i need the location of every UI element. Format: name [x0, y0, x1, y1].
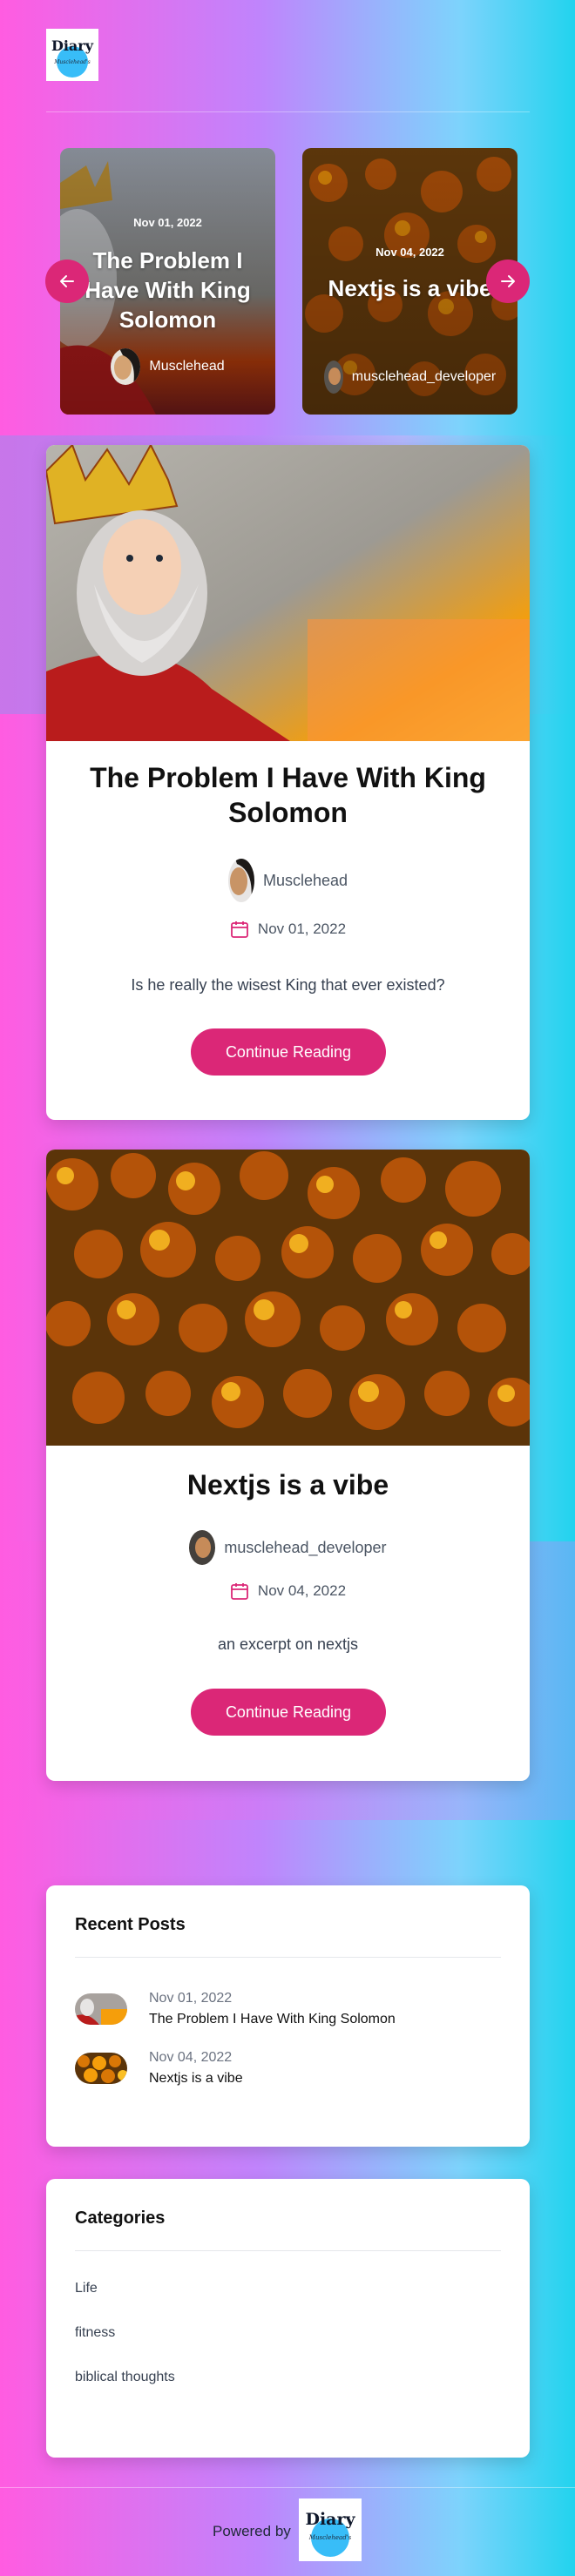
logo-subtext: Musclehead's [308, 2534, 352, 2541]
widget-heading: Categories [75, 2208, 166, 2228]
recent-posts-widget: Recent Posts Nov 01, 2022 The Problem I … [46, 1885, 530, 2147]
recent-post-date: Nov 04, 2022 [149, 2050, 233, 2065]
widget-heading: Recent Posts [75, 1915, 186, 1934]
continue-reading-button[interactable]: Continue Reading [191, 1689, 386, 1736]
logo-text: Diary [305, 2510, 355, 2529]
recent-post-item[interactable]: Nov 01, 2022 The Problem I Have With Kin… [75, 1987, 501, 2031]
category-link[interactable]: biblical thoughts [75, 2370, 175, 2385]
recent-post-title[interactable]: The Problem I Have With King Solomon [149, 2012, 396, 2027]
slide-date: Nov 04, 2022 [375, 246, 444, 259]
post-date-text: Nov 01, 2022 [257, 920, 347, 937]
arrow-left-icon [60, 275, 74, 287]
recent-post-date: Nov 01, 2022 [149, 1991, 233, 2006]
calendar-icon [231, 1583, 248, 1600]
footer-divider [0, 2487, 575, 2488]
slide-author: musclehead_developer [302, 361, 518, 394]
post-author-name: Musclehead [262, 871, 348, 889]
slide-author-name: Musclehead [149, 359, 225, 374]
categories-widget: Categories Life fitness biblical thought… [46, 2179, 530, 2458]
logo-subtext: Musclehead's [53, 59, 90, 65]
site-header: Diary Musclehead's [0, 0, 575, 113]
continue-reading-button[interactable]: Continue Reading [191, 1028, 386, 1076]
footer-logo[interactable]: Diary Musclehead's [299, 2498, 362, 2561]
calendar-icon [231, 921, 248, 938]
site-logo[interactable]: Diary Musclehead's [46, 29, 98, 81]
slide-author-name: musclehead_developer [351, 369, 497, 384]
slide-title[interactable]: Nextjs is a vibe [309, 273, 511, 303]
post-excerpt: Is he really the wisest King that ever e… [131, 976, 445, 994]
recent-post-item[interactable]: Nov 04, 2022 Nextjs is a vibe [75, 2047, 501, 2090]
recent-post-title[interactable]: Nextjs is a vibe [149, 2071, 243, 2087]
slide-title[interactable]: The Problem I Have With King Solomon [76, 246, 260, 334]
post-date: Nov 01, 2022 [46, 920, 530, 939]
post-image[interactable] [46, 445, 530, 741]
post-title[interactable]: Nextjs is a vibe [72, 1467, 504, 1502]
slide-author: Musclehead [60, 348, 275, 385]
carousel-slide[interactable]: Nov 01, 2022 The Problem I Have With Kin… [60, 148, 275, 415]
carousel-slide[interactable]: Nov 04, 2022 Nextjs is a vibe musclehead… [302, 148, 518, 415]
post-date: Nov 04, 2022 [46, 1581, 530, 1601]
post-title[interactable]: The Problem I Have With King Solomon [72, 760, 504, 830]
post-card: The Problem I Have With King Solomon Mus… [46, 445, 530, 1120]
powered-by-text: Powered by [213, 2523, 291, 2539]
widget-divider [75, 2250, 501, 2251]
logo-text: Diary [51, 37, 94, 54]
slide-date: Nov 01, 2022 [133, 216, 202, 229]
post-author: Musclehead [46, 859, 530, 902]
post-author: musclehead_developer [46, 1530, 530, 1565]
carousel-prev-button[interactable] [45, 260, 89, 303]
recent-post-thumbnail [75, 1993, 127, 2025]
avatar [227, 859, 254, 902]
avatar [189, 1530, 216, 1565]
header-divider [46, 111, 530, 112]
recent-post-thumbnail [75, 2053, 127, 2084]
avatar [323, 361, 343, 394]
post-excerpt: an excerpt on nextjs [217, 1635, 359, 1653]
post-author-name: musclehead_developer [224, 1538, 387, 1556]
avatar [111, 348, 141, 385]
category-link[interactable]: Life [75, 2281, 98, 2296]
post-card: Nextjs is a vibe musclehead_developer No… [46, 1150, 530, 1781]
post-date-text: Nov 04, 2022 [257, 1582, 347, 1599]
arrow-right-icon [501, 275, 515, 287]
category-link[interactable]: fitness [75, 2325, 115, 2341]
widget-divider [75, 1957, 501, 1958]
carousel-next-button[interactable] [486, 260, 530, 303]
post-image[interactable] [46, 1150, 530, 1446]
